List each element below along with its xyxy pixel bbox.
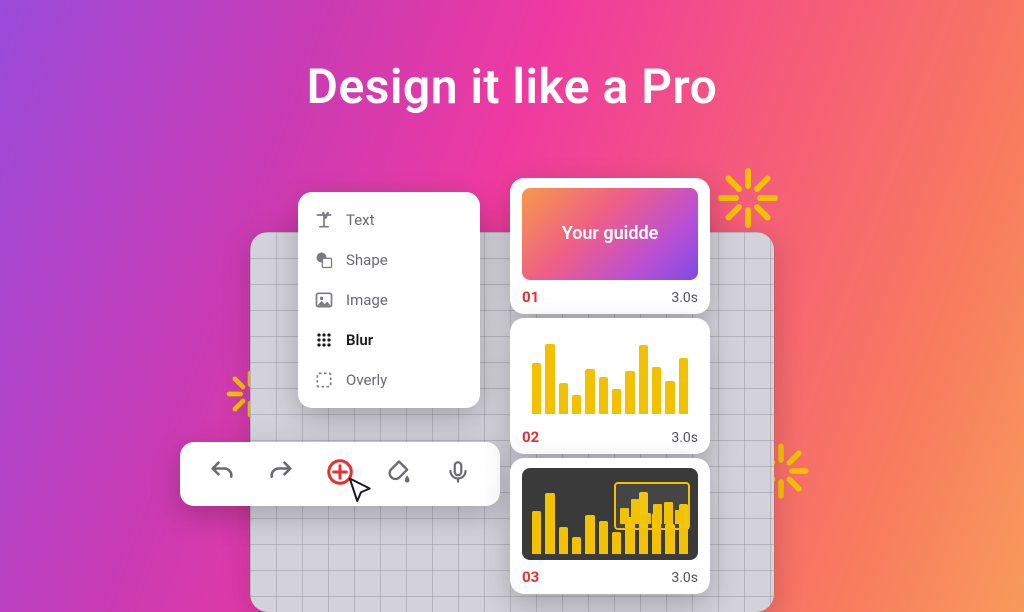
insert-menu: Text Shape Image Blur Overly [298,192,480,408]
menu-item-blur[interactable]: Blur [298,320,480,360]
slide-card[interactable]: 02 3.0s [510,318,710,454]
slide-card[interactable]: 03 3.0s [510,458,710,594]
shape-icon [314,250,334,270]
slide-thumbnail [522,468,698,560]
slide-card[interactable]: Your guidde 01 3.0s [510,178,710,314]
slide-index: 01 [522,288,539,306]
menu-item-image[interactable]: Image [298,280,480,320]
text-icon [314,210,334,230]
redo-button[interactable] [261,454,301,494]
slide-duration: 3.0s [671,290,698,306]
image-icon [314,290,334,310]
add-button[interactable] [320,454,360,494]
menu-item-label: Overly [346,371,387,389]
sparkle-decoration [712,162,784,234]
menu-item-shape[interactable]: Shape [298,240,480,280]
slide-duration: 3.0s [671,430,698,446]
cursor-icon [346,476,376,510]
slide-thumbnail: Your guidde [522,188,698,280]
slide-index: 03 [522,568,539,586]
chart-bars [532,336,688,414]
blur-icon [314,330,334,350]
menu-item-label: Text [346,211,375,229]
slide-title: Your guidde [562,223,659,245]
chart-inset [614,482,690,530]
slide-index: 02 [522,428,539,446]
slide-thumbnail [522,328,698,420]
microphone-icon [445,459,471,489]
menu-item-label: Blur [346,331,373,349]
fill-button[interactable] [379,454,419,494]
undo-button[interactable] [202,454,242,494]
paint-bucket-icon [385,458,413,490]
editor-toolbar [180,442,500,506]
undo-icon [208,458,236,490]
menu-item-label: Image [346,291,388,309]
overlay-icon [314,370,334,390]
menu-item-label: Shape [346,251,388,269]
menu-item-overlay[interactable]: Overly [298,360,480,400]
voice-button[interactable] [438,454,478,494]
menu-item-text[interactable]: Text [298,200,480,240]
page-title: Design it like a Pro [307,58,718,115]
redo-icon [267,458,295,490]
slide-duration: 3.0s [671,570,698,586]
